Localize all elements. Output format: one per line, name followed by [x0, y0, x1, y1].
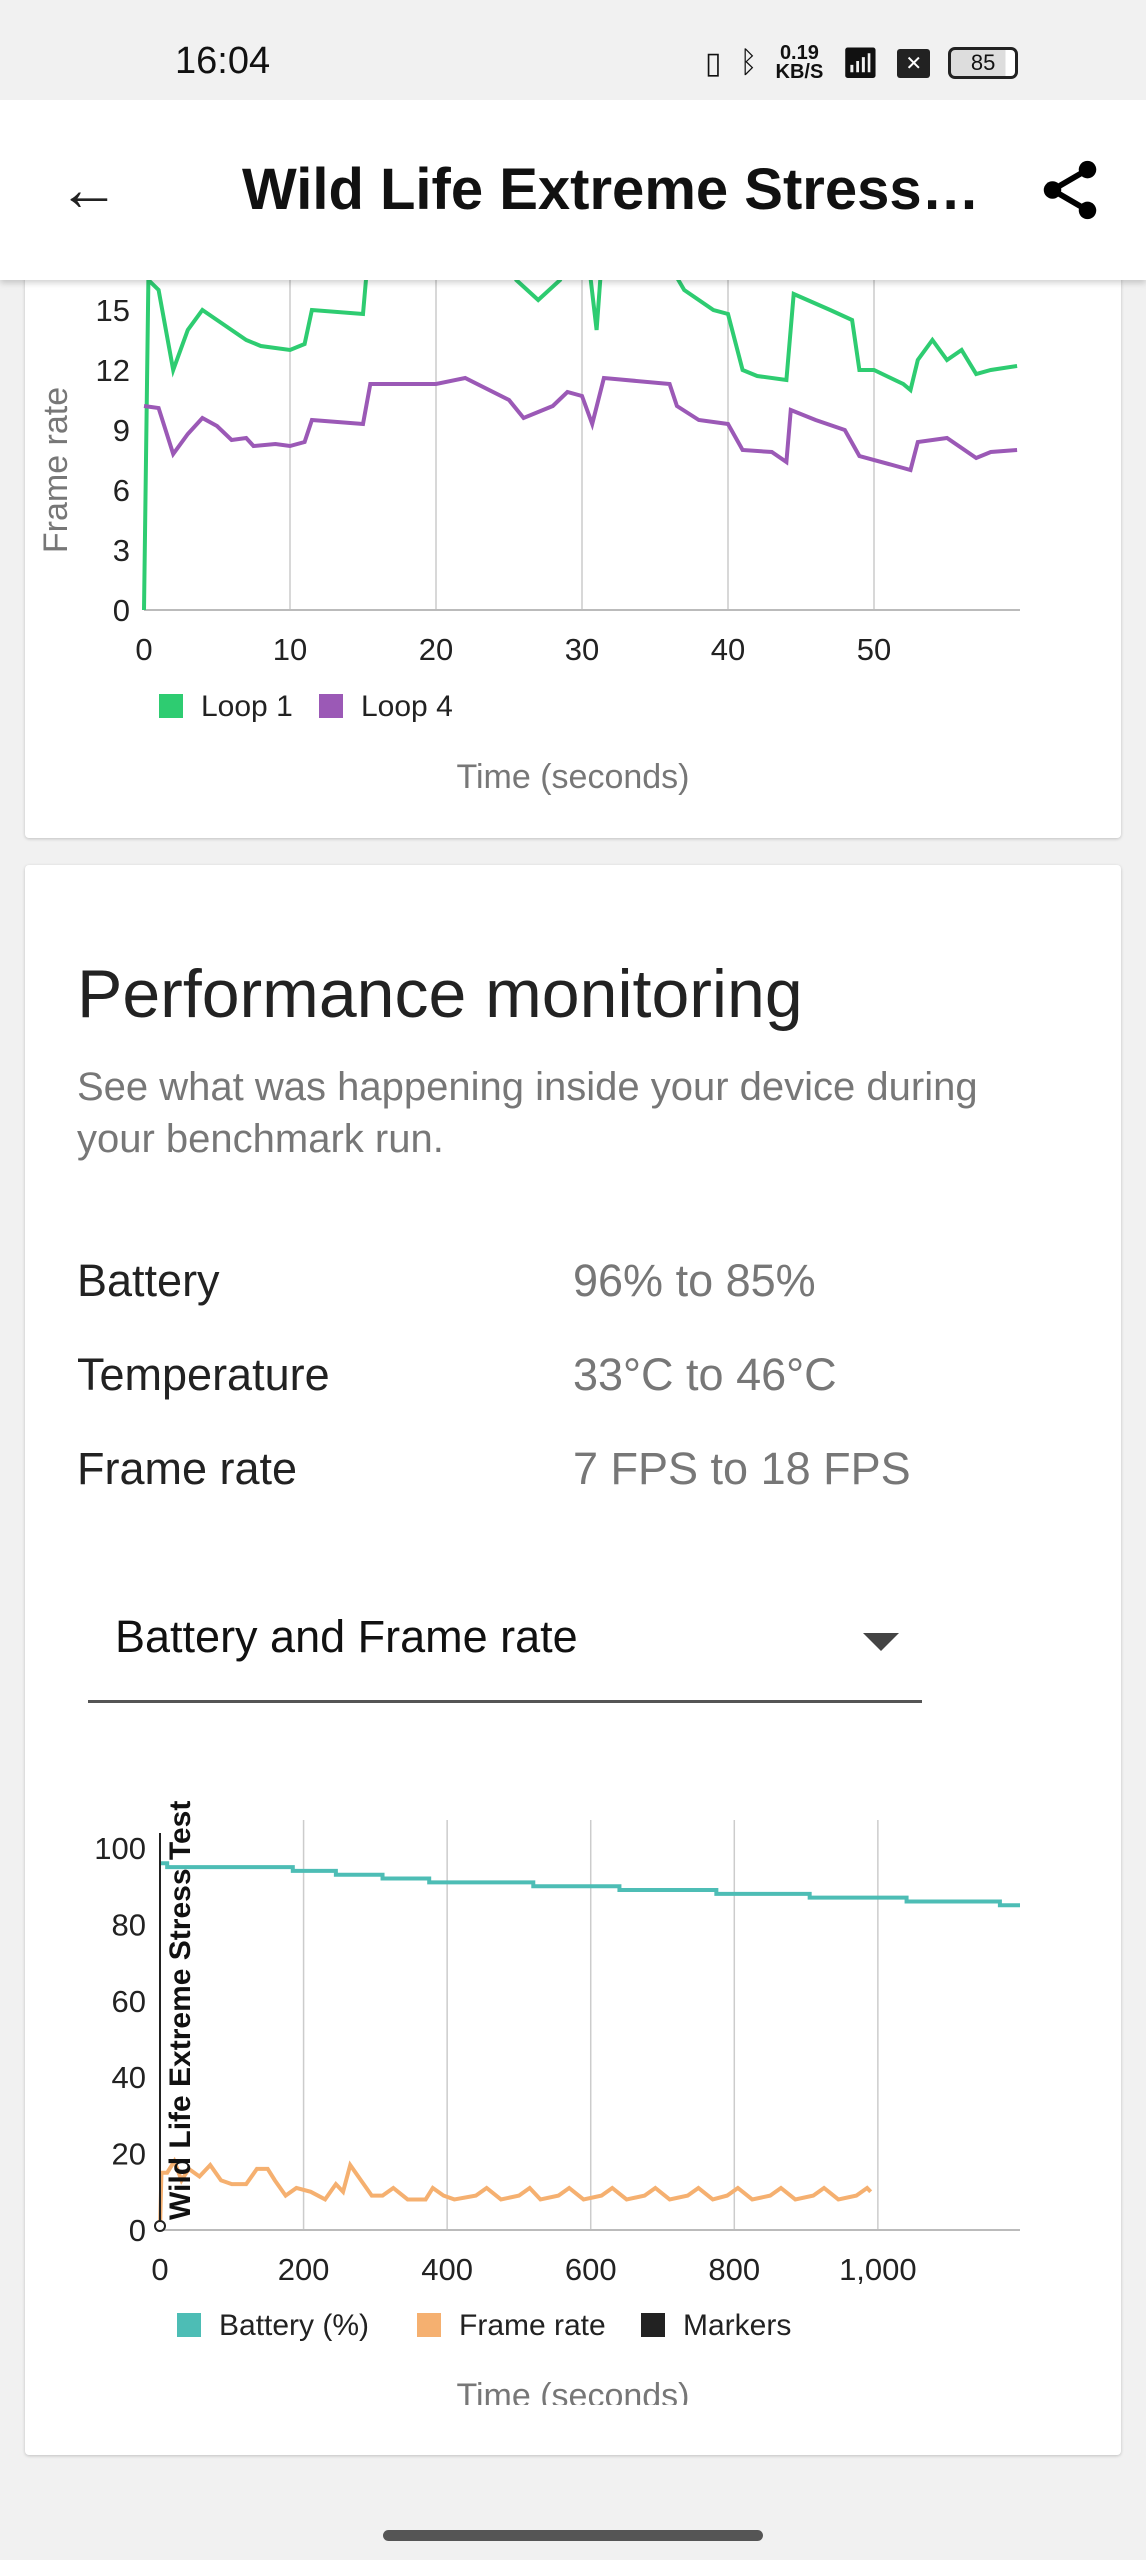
vibrate-icon: ▯ [705, 46, 722, 80]
x-tick-label: 400 [421, 2252, 473, 2287]
y-tick-label: 3 [113, 533, 130, 568]
performance-monitoring-card: Performance monitoring See what was happ… [25, 865, 1121, 2455]
x-tick-label: 600 [565, 2252, 617, 2287]
legend-swatch [159, 694, 183, 718]
net-speed-unit: KB/S [775, 61, 824, 83]
frame-rate-label: Frame rate [77, 1443, 298, 1494]
series-line-loop-1 [142, 250, 1018, 611]
x-tick-label: 200 [278, 2252, 330, 2287]
marker-dot [154, 2220, 166, 2232]
y-tick-label: 20 [112, 2137, 146, 2172]
battery-label: Battery [77, 1255, 220, 1306]
chart-type-dropdown[interactable]: Battery and Frame rate [88, 1585, 922, 1703]
y-tick-label: 40 [112, 2060, 146, 2095]
legend-swatch [641, 2313, 665, 2337]
temperature-value: 33°C to 46°C [573, 1349, 837, 1400]
battery-icon: 85 [948, 47, 1019, 79]
loop-frame-rate-chart: 0 10 20 30 40 50 0 3 6 9 12 15 Loop 1 Loop 4 Time (sec… [37, 250, 1020, 796]
y-tick-label: 9 [113, 413, 130, 448]
share-icon[interactable] [1035, 155, 1105, 225]
y-tick-label: 60 [112, 1984, 146, 2019]
y-tick-label: 80 [112, 1907, 146, 1942]
wifi-icon: 📶︎ [841, 46, 880, 80]
section-subtitle: See what was happening inside your devic… [77, 1065, 978, 1161]
x-axis-label: Time (seconds) [456, 2377, 689, 2405]
x-axis-label: Time (seconds) [456, 758, 689, 796]
series-line-loop-4 [143, 375, 1018, 473]
dropdown-arrow-icon [863, 1633, 899, 1651]
x-tick-label: 30 [565, 632, 599, 667]
x-tick-label: 10 [273, 632, 307, 667]
bluetooth-icon: ᛒ [739, 46, 758, 79]
y-axis-label: Frame rate [37, 387, 75, 553]
x-tick-label: 40 [711, 632, 745, 667]
y-tick-label: 0 [129, 2213, 146, 2248]
status-bar: 16:04 ▯ ᛒ 0.19 KB/S 📶︎ ✕ 85 [0, 0, 1146, 100]
x-tick-label: 800 [708, 2252, 760, 2287]
dropdown-selected: Battery and Frame rate [115, 1611, 578, 1662]
battery-value: 96% to 85% [573, 1255, 816, 1306]
series-line-frame-rate [158, 2156, 873, 2231]
frame-rate-value: 7 FPS to 18 FPS [573, 1443, 911, 1494]
frame-rate-card: 0 10 20 30 40 50 0 3 6 9 12 15 Loop 1 Loop 4 Time (sec… [25, 200, 1121, 838]
legend-label: Loop 4 [361, 690, 453, 723]
y-tick-label: 100 [94, 1831, 146, 1866]
no-sim-icon: ✕ [897, 48, 931, 78]
legend-swatch [177, 2313, 201, 2337]
temperature-label: Temperature [77, 1349, 330, 1400]
gesture-handle[interactable] [383, 2530, 763, 2541]
y-tick-label: 6 [113, 473, 130, 508]
y-tick-label: 15 [96, 293, 130, 328]
legend-label: Loop 1 [201, 690, 293, 723]
x-tick-label: 0 [135, 632, 152, 667]
marker-label: Wild Life Extreme Stress Test [164, 1801, 197, 2220]
x-tick-label: 50 [857, 632, 891, 667]
x-tick-label: 20 [419, 632, 453, 667]
legend-label: Markers [683, 2309, 791, 2342]
y-tick-label: 12 [96, 353, 130, 388]
y-tick-label: 0 [113, 593, 130, 628]
network-speed: 0.19 KB/S [775, 43, 824, 83]
x-tick-label: 0 [151, 2252, 168, 2287]
legend-label: Frame rate [459, 2309, 606, 2342]
page-title: Wild Life Extreme Stress Test [242, 157, 982, 222]
x-tick-label: 1,000 [839, 2252, 917, 2287]
arrow-left-icon[interactable]: ← [58, 155, 120, 225]
legend-swatch [319, 694, 343, 718]
battery-frame-rate-chart: 0 200 400 600 800 1,000 0 20 40 60 80 100 Battery (%… [94, 1801, 1020, 2405]
legend-swatch [417, 2313, 441, 2337]
legend-label: Battery (%) [219, 2309, 369, 2342]
section-title: Performance monitoring [77, 956, 803, 1032]
app-bar: ← Wild Life Extreme Stress Test [0, 100, 1146, 280]
clock: 16:04 [175, 40, 271, 82]
